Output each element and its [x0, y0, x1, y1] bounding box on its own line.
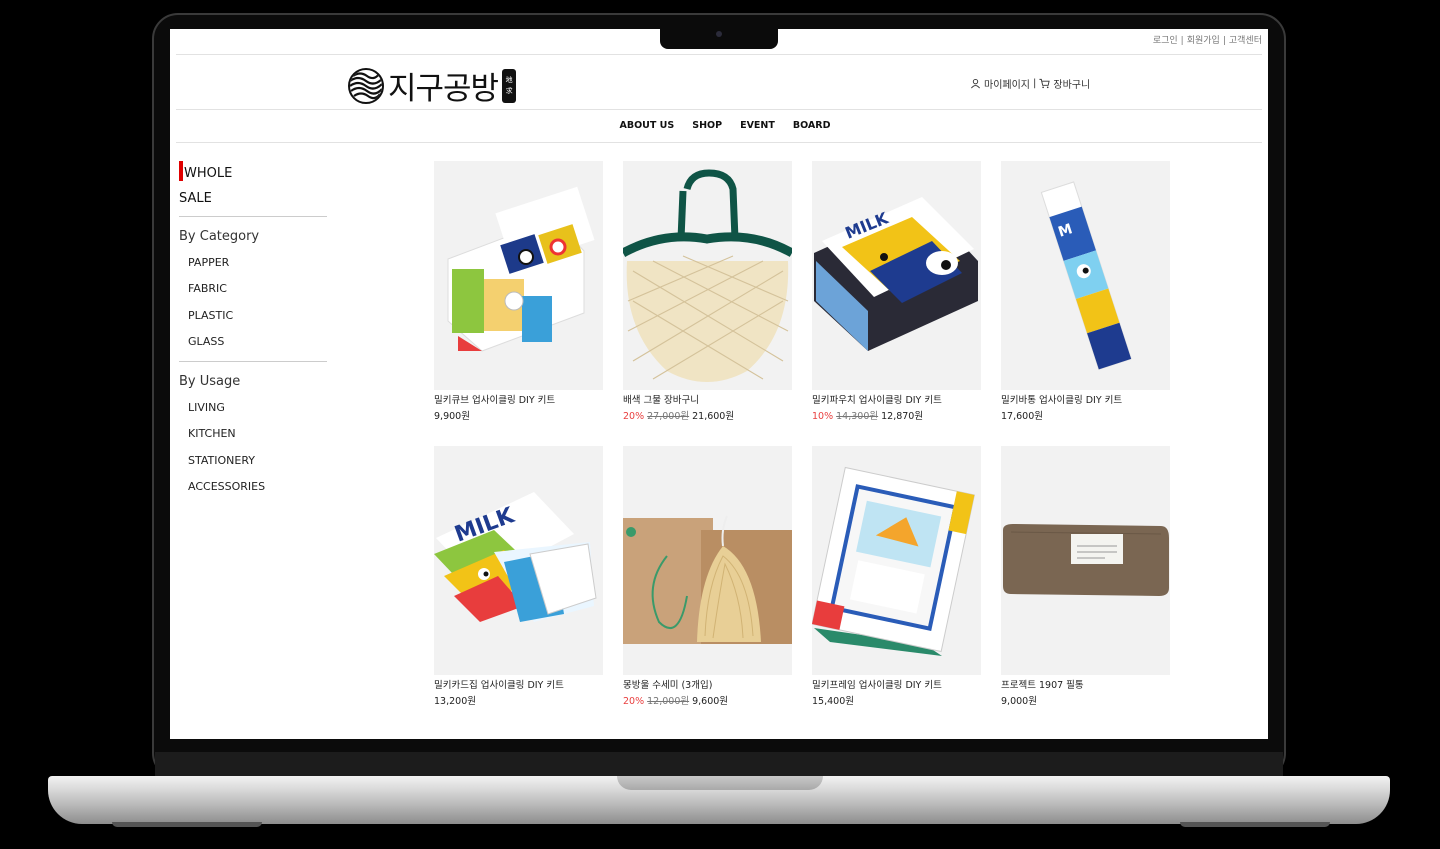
- price-value: 13,200원: [434, 696, 476, 707]
- by-usage-heading: By Usage: [179, 374, 241, 390]
- product-image-net-bag[interactable]: [623, 161, 792, 390]
- site-logo[interactable]: 지구공방 地 求: [348, 63, 517, 108]
- price-value: 9,000원: [1001, 696, 1037, 707]
- user-nav-separator: |: [1033, 78, 1037, 89]
- price-value: 17,600원: [1001, 411, 1043, 422]
- product-card[interactable]: 밀키프레임 업사이클링 DIY 키트 15,400원: [812, 446, 981, 731]
- sidebar-item-kitchen[interactable]: KITCHEN: [179, 421, 327, 447]
- header-divider: [176, 109, 1262, 110]
- product-name[interactable]: 밀키파우치 업사이클링 DIY 키트: [812, 392, 981, 406]
- product-price: 9,000원: [1001, 693, 1170, 707]
- product-name[interactable]: 밀키큐브 업사이클링 DIY 키트: [434, 392, 603, 406]
- discount-rate: 20%: [623, 411, 645, 422]
- sidebar-item-sale[interactable]: SALE: [179, 186, 327, 211]
- product-name[interactable]: 밀키프레임 업사이클링 DIY 키트: [812, 677, 981, 691]
- price-value: 9,900원: [434, 411, 470, 422]
- product-price: 9,900원: [434, 408, 603, 422]
- sidebar-item-accessories[interactable]: ACCESSORIES: [179, 474, 327, 500]
- original-price: 27,000원: [647, 411, 690, 422]
- website-screen: 로그인 | 회원가입 | 고객센터 지구공방 地 求 마이페이지 | 장바구니 ABOU…: [170, 29, 1268, 739]
- product-name[interactable]: 프로젝트 1907 필통: [1001, 677, 1170, 691]
- product-image-milky-card-holder[interactable]: MILK: [434, 446, 603, 675]
- product-name[interactable]: 배색 그물 장바구니: [623, 392, 792, 406]
- product-card[interactable]: M 밀키바통 업사이클링 DIY 키트 17,600원: [1001, 161, 1170, 446]
- product-card[interactable]: 배색 그물 장바구니 20% 27,000원 21,600원: [623, 161, 792, 446]
- product-image-milky-baton[interactable]: M: [1001, 161, 1170, 390]
- sidebar-item-whole[interactable]: WHOLE: [179, 161, 327, 186]
- nav-event[interactable]: EVENT: [740, 120, 775, 131]
- laptop-foot-right: [1180, 822, 1330, 827]
- product-card[interactable]: MILK 밀키파우치 업사이클링 DIY 키트 10% 14,300원 12,870…: [812, 161, 981, 446]
- top-links: 로그인 | 회원가입 | 고객센터: [1152, 36, 1262, 46]
- mypage-link[interactable]: 마이페이지: [984, 76, 1030, 91]
- nav-board[interactable]: BOARD: [793, 120, 831, 131]
- product-image-loofah-scrubber[interactable]: [623, 446, 792, 675]
- category-sidebar: WHOLE SALE By Category PAPPER FABRIC PLA…: [179, 161, 327, 500]
- product-image-milky-frame[interactable]: [812, 446, 981, 675]
- sidebar-item-living[interactable]: LIVING: [179, 395, 327, 421]
- cart-icon: [1039, 78, 1051, 89]
- product-name[interactable]: 몽방울 수세미 (3개입): [623, 677, 792, 691]
- sidebar-item-glass[interactable]: GLASS: [179, 329, 327, 355]
- laptop-foot-left: [112, 822, 262, 827]
- top-divider: [176, 54, 1262, 55]
- globe-logo-icon: [348, 67, 384, 104]
- sidebar-item-fabric[interactable]: FABRIC: [179, 276, 327, 302]
- product-price: 17,600원: [1001, 408, 1170, 422]
- product-card[interactable]: 밀키큐브 업사이클링 DIY 키트 9,900원: [434, 161, 603, 446]
- seal-top-char: 地: [505, 75, 513, 84]
- nav-divider: [176, 142, 1262, 143]
- product-name[interactable]: 밀키카드집 업사이클링 DIY 키트: [434, 677, 603, 691]
- product-price: 20% 27,000원 21,600원: [623, 408, 792, 422]
- user-icon: [971, 79, 980, 89]
- product-image-milky-cube[interactable]: [434, 161, 603, 390]
- laptop-hinge: [155, 752, 1283, 778]
- product-image-pencil-case[interactable]: [1001, 446, 1170, 675]
- product-name[interactable]: 밀키바통 업사이클링 DIY 키트: [1001, 392, 1170, 406]
- sidebar-divider: [179, 361, 327, 363]
- cart-link[interactable]: 장바구니: [1053, 76, 1090, 91]
- user-nav: 마이페이지 | 장바구니: [970, 76, 1090, 91]
- price-value: 15,400원: [812, 696, 854, 707]
- product-price: 20% 12,000원 9,600원: [623, 693, 792, 707]
- product-price: 10% 14,300원 12,870원: [812, 408, 981, 422]
- signup-link[interactable]: 회원가입: [1187, 36, 1220, 46]
- customer-center-link[interactable]: 고객센터: [1229, 36, 1262, 46]
- discount-rate: 20%: [623, 696, 645, 707]
- nav-shop[interactable]: SHOP: [692, 120, 722, 131]
- product-price: 13,200원: [434, 693, 603, 707]
- sidebar-item-papper[interactable]: PAPPER: [179, 250, 327, 276]
- product-card[interactable]: 몽방울 수세미 (3개입) 20% 12,000원 9,600원: [623, 446, 792, 731]
- seal-bottom-char: 求: [505, 86, 513, 95]
- product-image-milky-pouch[interactable]: MILK: [812, 161, 981, 390]
- logo-text: 지구공방: [388, 71, 499, 107]
- sidebar-item-stationery[interactable]: STATIONERY: [179, 448, 327, 474]
- laptop-base-notch: [617, 776, 823, 790]
- product-price: 15,400원: [812, 693, 981, 707]
- by-category-heading: By Category: [179, 229, 260, 244]
- price-value: 12,870원: [881, 411, 924, 422]
- price-value: 9,600원: [692, 696, 729, 707]
- price-value: 21,600원: [692, 411, 735, 422]
- main-nav: ABOUT US SHOP EVENT BOARD: [170, 120, 1268, 131]
- sidebar-item-plastic[interactable]: PLASTIC: [179, 303, 327, 329]
- product-card[interactable]: 프로젝트 1907 필통 9,000원: [1001, 446, 1170, 731]
- discount-rate: 10%: [812, 411, 834, 422]
- logo-seal: 地 求: [502, 68, 517, 103]
- camera-icon: [716, 31, 722, 37]
- product-card[interactable]: MILK 밀키카드집 업사이클링 DIY 키트 13,200원: [434, 446, 603, 731]
- nav-about-us[interactable]: ABOUT US: [620, 120, 675, 131]
- product-grid: 밀키큐브 업사이클링 DIY 키트 9,900원 배색 그물 장바구니 20% …: [434, 161, 1170, 731]
- login-link[interactable]: 로그인: [1153, 36, 1178, 46]
- sidebar-divider: [179, 216, 327, 217]
- original-price: 14,300원: [836, 411, 879, 422]
- original-price: 12,000원: [647, 696, 690, 707]
